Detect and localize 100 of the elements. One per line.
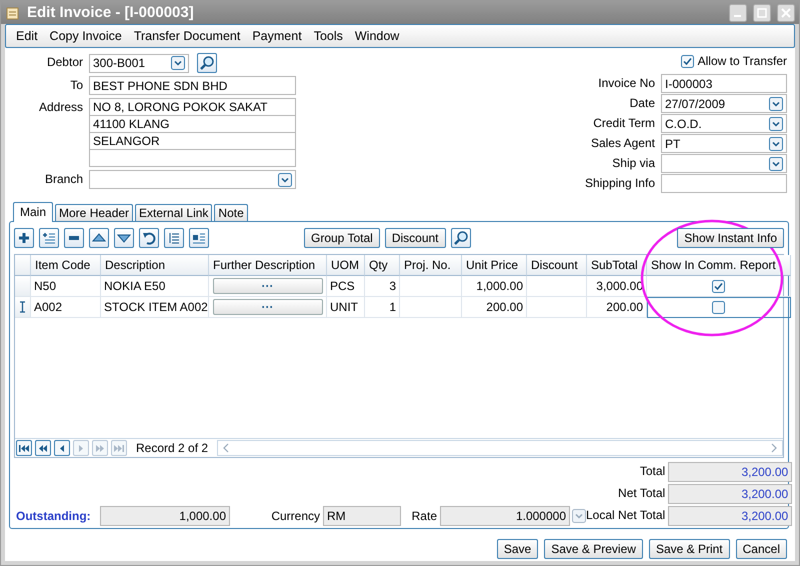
- footer-button[interactable]: Save & Preview: [544, 539, 643, 559]
- previous-icon[interactable]: [54, 440, 70, 456]
- table-cell: UNIT: [327, 297, 365, 318]
- table-cell: 3: [365, 276, 400, 297]
- column-header[interactable]: Qty: [365, 255, 400, 276]
- further-description-button[interactable]: ···: [212, 278, 322, 294]
- menu-item[interactable]: Edit: [10, 29, 44, 43]
- field-label: To: [69, 77, 83, 94]
- tab[interactable]: External Link: [135, 204, 212, 221]
- field-label: Invoice No: [597, 75, 655, 92]
- dropdown-icon[interactable]: [171, 56, 185, 70]
- table-cell: [527, 276, 587, 297]
- tab[interactable]: Note: [214, 204, 248, 221]
- detail-icon[interactable]: [189, 228, 209, 248]
- text-cursor-icon: [19, 301, 26, 313]
- table-cell: [527, 297, 587, 318]
- field-label: Rate: [410, 508, 437, 524]
- text-field[interactable]: I-000003: [661, 74, 787, 93]
- table-cell: NOKIA E50: [101, 276, 209, 297]
- checkbox-label: Allow to Transfer: [698, 54, 787, 68]
- menu-item[interactable]: Transfer Document: [128, 29, 246, 43]
- total-field: 3,200.00: [668, 506, 792, 526]
- column-header[interactable]: Discount: [527, 255, 587, 276]
- record-counter: Record 2 of 2: [135, 441, 210, 455]
- dropdown-icon[interactable]: [769, 156, 783, 170]
- footer-button[interactable]: Save: [496, 539, 538, 559]
- search-button[interactable]: [197, 53, 217, 73]
- table-cell: 3,000.00: [587, 276, 647, 297]
- minus-icon[interactable]: [64, 228, 84, 248]
- table-cell: [400, 276, 462, 297]
- field-label: Shipping Info: [584, 175, 655, 192]
- plus-icon[interactable]: [14, 228, 34, 248]
- combo-field[interactable]: PT: [661, 134, 787, 153]
- menu-item[interactable]: Payment: [246, 29, 308, 43]
- total-field: 3,200.00: [668, 484, 792, 504]
- column-header[interactable]: Unit Price: [462, 255, 527, 276]
- further-description-button[interactable]: ···: [212, 299, 322, 315]
- combo-field[interactable]: 27/07/2009: [661, 94, 787, 113]
- checkbox[interactable]: [680, 54, 694, 68]
- footer-button[interactable]: Cancel: [736, 539, 787, 559]
- outstanding-label: Outstanding:: [15, 509, 92, 523]
- field-label: Local Net Total: [586, 507, 666, 524]
- dropdown-icon[interactable]: [769, 96, 783, 110]
- address-field[interactable]: [89, 149, 296, 167]
- minimize-button[interactable]: [729, 4, 747, 22]
- column-header[interactable]: UOM: [327, 255, 365, 276]
- insert-row-icon[interactable]: [39, 228, 59, 248]
- column-header[interactable]: Proj. No.: [400, 255, 462, 276]
- maximize-button[interactable]: [753, 4, 771, 22]
- field-label: Address: [38, 99, 83, 116]
- menu-item[interactable]: Copy Invoice: [44, 29, 128, 43]
- tab[interactable]: More Header: [55, 204, 134, 221]
- checkbox[interactable]: [712, 280, 725, 292]
- undo-icon[interactable]: [139, 228, 159, 248]
- debtor-combo[interactable]: 300-B001: [89, 54, 189, 72]
- field-label: Debtor: [46, 54, 83, 71]
- combo-field[interactable]: [661, 154, 787, 173]
- search-button[interactable]: [450, 228, 471, 248]
- field-label: Credit Term: [592, 115, 655, 132]
- field-label: Sales Agent: [590, 135, 655, 152]
- tab[interactable]: Main: [13, 202, 54, 222]
- total-field: 3,200.00: [668, 462, 792, 482]
- document-icon: [5, 4, 21, 20]
- checkbox[interactable]: [712, 300, 725, 314]
- address-field[interactable]: SELANGOR: [89, 132, 296, 150]
- toolbar-button[interactable]: Discount: [384, 228, 446, 248]
- column-header[interactable]: Item Code: [31, 255, 101, 276]
- window-title: Edit Invoice - [I-000003]: [27, 4, 195, 21]
- menu-item[interactable]: Window: [348, 29, 406, 43]
- first-record-icon[interactable]: [16, 440, 32, 456]
- combo-field[interactable]: C.O.D.: [661, 114, 787, 133]
- close-button[interactable]: [777, 4, 795, 22]
- table-cell: 200.00: [462, 297, 527, 318]
- field-label: Ship via: [611, 155, 655, 172]
- column-header[interactable]: Further Description: [209, 255, 327, 276]
- address-field[interactable]: NO 8, LORONG POKOK SAKAT: [89, 98, 296, 116]
- table-cell: [400, 297, 462, 318]
- rewind-icon[interactable]: [35, 440, 51, 456]
- column-header[interactable]: SubTotal: [587, 255, 647, 276]
- table-cell: PCS: [327, 276, 365, 297]
- field-label: Date: [628, 95, 655, 112]
- table-cell: 200.00: [587, 297, 647, 318]
- menu-item[interactable]: Tools: [308, 29, 349, 43]
- table-cell: STOCK ITEM A002: [101, 297, 209, 318]
- show-info-button[interactable]: Show Instant Info: [677, 228, 784, 248]
- dropdown-icon[interactable]: [769, 136, 783, 150]
- dropdown-icon[interactable]: [278, 172, 292, 186]
- text-field[interactable]: [661, 174, 787, 193]
- rate-field: 1.000000: [440, 506, 570, 526]
- address-field[interactable]: 41100 KLANG: [89, 115, 296, 133]
- list-icon[interactable]: [164, 228, 184, 248]
- column-header[interactable]: Show In Comm. Report: [647, 255, 791, 276]
- column-header[interactable]: Description: [101, 255, 209, 276]
- field-label: Currency: [270, 508, 320, 524]
- toolbar-button[interactable]: Group Total: [304, 228, 380, 248]
- to-field[interactable]: BEST PHONE SDN BHD: [89, 76, 296, 95]
- dropdown-icon[interactable]: [769, 116, 783, 130]
- table-cell: N50: [31, 276, 101, 297]
- row-indicator[interactable]: [15, 297, 31, 318]
- footer-button[interactable]: Save & Print: [648, 539, 730, 559]
